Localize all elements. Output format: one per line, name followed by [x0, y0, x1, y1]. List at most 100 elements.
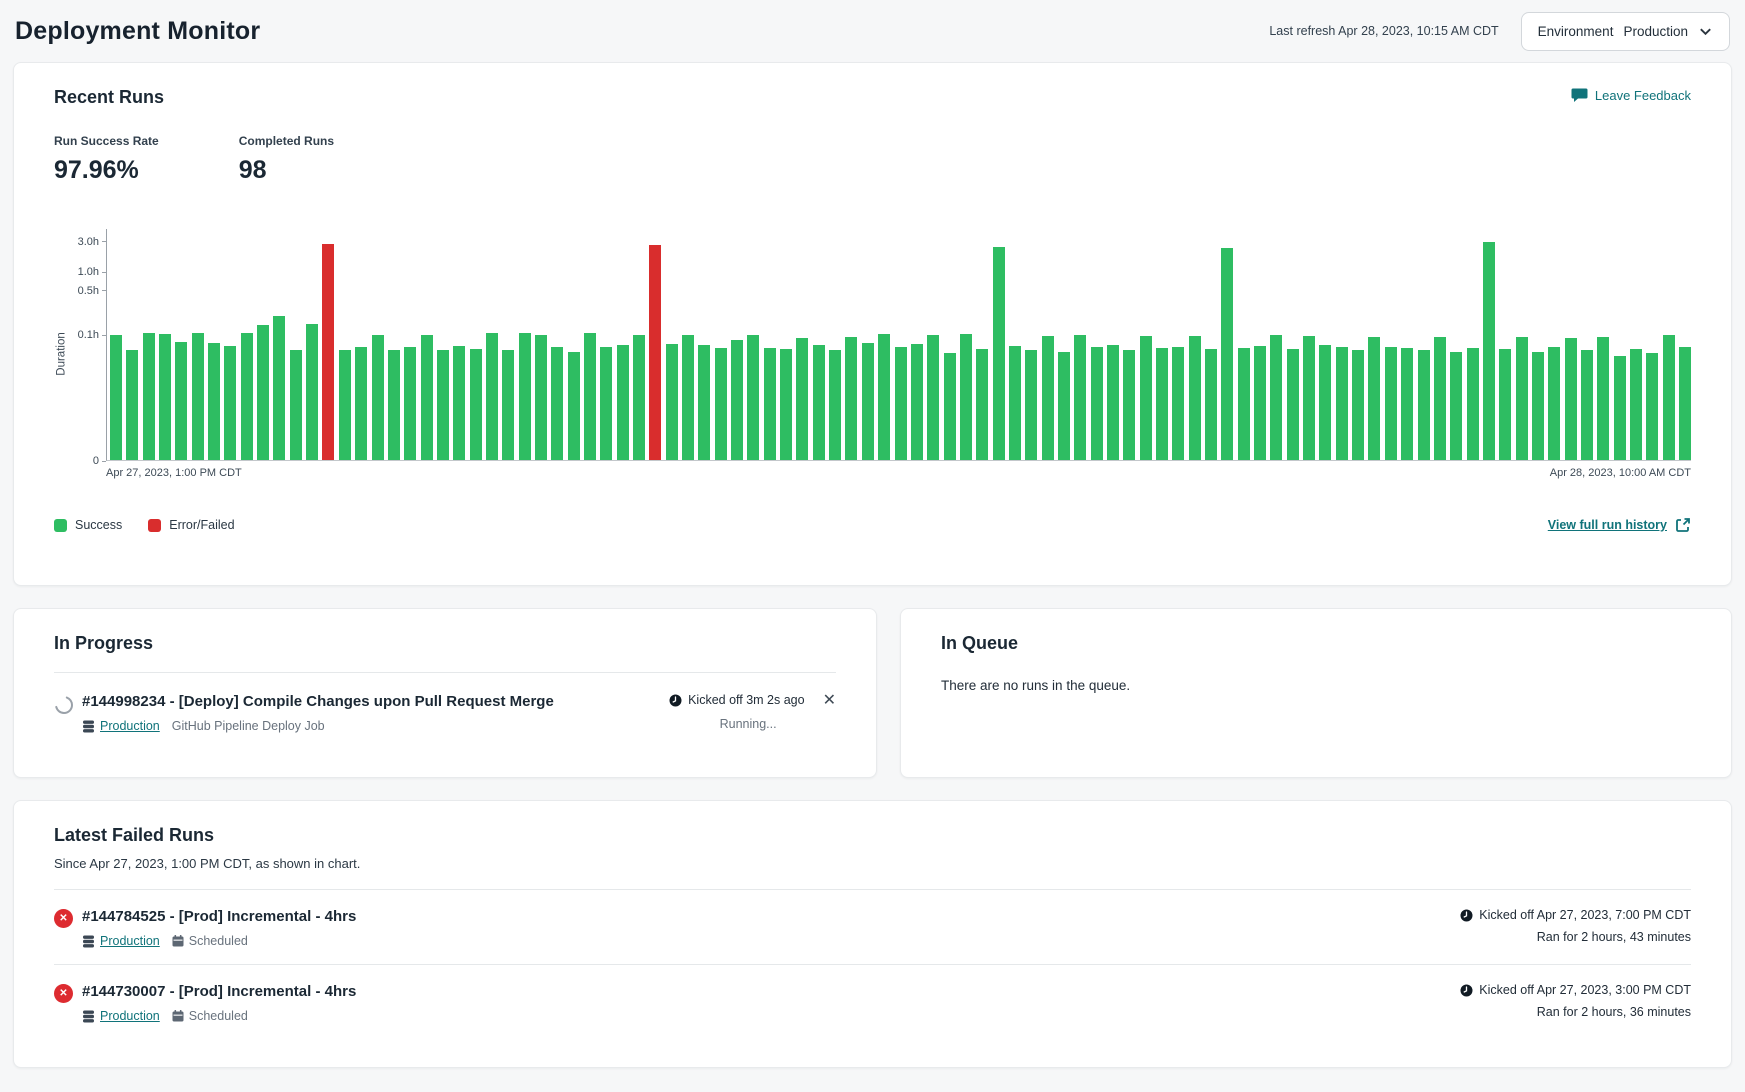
chart-bar-success[interactable]	[257, 325, 269, 460]
chart-bar-success[interactable]	[208, 343, 220, 460]
chart-bar-success[interactable]	[388, 350, 400, 460]
chart-bar-success[interactable]	[960, 334, 972, 460]
chart-bar-success[interactable]	[1548, 347, 1560, 460]
chart-bar-success[interactable]	[1303, 336, 1315, 460]
chart-bar-success[interactable]	[1205, 349, 1217, 460]
chart-bar-success[interactable]	[126, 350, 138, 460]
chart-bar-success[interactable]	[584, 333, 596, 460]
chart-bar-success[interactable]	[273, 316, 285, 460]
chart-bar-success[interactable]	[175, 342, 187, 460]
chart-bar-success[interactable]	[1630, 349, 1642, 460]
chart-bar-success[interactable]	[421, 335, 433, 460]
chart-bar-success[interactable]	[290, 350, 302, 460]
chart-bar-success[interactable]	[666, 344, 678, 460]
chart-bar-success[interactable]	[519, 333, 531, 460]
environment-link[interactable]: Production	[82, 934, 160, 948]
chart-bar-success[interactable]	[502, 350, 514, 460]
chart-bar-success[interactable]	[1091, 347, 1103, 460]
chart-bar-success[interactable]	[1663, 335, 1675, 460]
chart-bar-success[interactable]	[1385, 347, 1397, 460]
chart-bar-success[interactable]	[1516, 337, 1528, 460]
chart-bar-success[interactable]	[1597, 337, 1609, 460]
chart-bar-success[interactable]	[143, 333, 155, 460]
chart-bar-success[interactable]	[568, 352, 580, 460]
chart-bar-success[interactable]	[159, 334, 171, 460]
chart-bar-success[interactable]	[1336, 347, 1348, 460]
chart-bar-success[interactable]	[437, 350, 449, 460]
chart-bar-success[interactable]	[715, 348, 727, 460]
chart-bar-success[interactable]	[747, 335, 759, 460]
chart-bar-success[interactable]	[1058, 352, 1070, 460]
chart-bar-success[interactable]	[1352, 350, 1364, 460]
environment-link[interactable]: Production	[82, 1009, 160, 1023]
chart-bar-success[interactable]	[535, 335, 547, 460]
chart-bar-success[interactable]	[878, 334, 890, 460]
chart-bar-success[interactable]	[453, 346, 465, 460]
chart-bar-success[interactable]	[241, 333, 253, 460]
chart-bar-success[interactable]	[372, 335, 384, 460]
chart-bar-success[interactable]	[1025, 350, 1037, 460]
chart-bar-success[interactable]	[224, 346, 236, 460]
chart-bar-success[interactable]	[1614, 356, 1626, 460]
chart-bar-success[interactable]	[911, 344, 923, 460]
chart-bar-success[interactable]	[404, 347, 416, 460]
chart-bar-success[interactable]	[1287, 349, 1299, 460]
chart-bar-success[interactable]	[845, 337, 857, 460]
chart-bar-success[interactable]	[976, 349, 988, 460]
chart-bar-success[interactable]	[1679, 347, 1691, 460]
chart-bar-success[interactable]	[1467, 348, 1479, 460]
chart-bar-success[interactable]	[731, 340, 743, 460]
chart-bar-success[interactable]	[1646, 353, 1658, 460]
view-full-run-history-link[interactable]: View full run history	[1548, 517, 1691, 533]
chart-bar-success[interactable]	[895, 347, 907, 460]
chart-bar-success[interactable]	[927, 335, 939, 460]
chart-bar-success[interactable]	[551, 347, 563, 460]
chart-bar-success[interactable]	[633, 335, 645, 460]
chart-bar-success[interactable]	[1418, 350, 1430, 460]
chart-bar-success[interactable]	[617, 345, 629, 460]
chart-bar-success[interactable]	[1238, 348, 1250, 460]
chart-bar-success[interactable]	[780, 349, 792, 460]
chart-bar-success[interactable]	[1123, 350, 1135, 460]
chart-bar-success[interactable]	[698, 345, 710, 460]
chart-bar-success[interactable]	[355, 347, 367, 460]
chart-bar-success[interactable]	[306, 324, 318, 460]
chart-bar-success[interactable]	[1009, 346, 1021, 460]
chart-bar-success[interactable]	[486, 333, 498, 460]
chart-bar-success[interactable]	[813, 345, 825, 460]
chart-bar-success[interactable]	[1434, 337, 1446, 460]
chart-bar-success[interactable]	[470, 349, 482, 460]
chart-bar-success[interactable]	[682, 335, 694, 460]
chart-bar-success[interactable]	[1221, 248, 1233, 460]
chart-bar-success[interactable]	[1107, 345, 1119, 460]
chart-bar-failed[interactable]	[322, 244, 334, 460]
chart-bar-success[interactable]	[1401, 348, 1413, 460]
chart-bar-success[interactable]	[829, 350, 841, 460]
chart-bar-success[interactable]	[1450, 352, 1462, 460]
chart-bar-success[interactable]	[1565, 338, 1577, 460]
chart-bar-success[interactable]	[339, 350, 351, 460]
chart-bar-success[interactable]	[1189, 336, 1201, 460]
chart-bar-success[interactable]	[1319, 345, 1331, 460]
chart-bar-success[interactable]	[1532, 352, 1544, 460]
chart-bar-success[interactable]	[1483, 242, 1495, 460]
leave-feedback-link[interactable]: Leave Feedback	[1571, 87, 1691, 103]
chart-bar-success[interactable]	[110, 335, 122, 460]
chart-bar-success[interactable]	[1140, 336, 1152, 460]
chart-bar-success[interactable]	[862, 343, 874, 460]
chart-bar-success[interactable]	[1254, 346, 1266, 460]
chart-bar-success[interactable]	[1042, 336, 1054, 460]
chart-bar-success[interactable]	[1270, 335, 1282, 460]
chart-bar-success[interactable]	[1581, 350, 1593, 460]
chart-bar-success[interactable]	[944, 353, 956, 460]
chart-bar-success[interactable]	[192, 333, 204, 460]
chart-bar-success[interactable]	[1172, 347, 1184, 460]
chart-bar-success[interactable]	[1368, 337, 1380, 460]
chart-bar-success[interactable]	[764, 348, 776, 460]
chart-bar-success[interactable]	[600, 347, 612, 460]
chart-bar-success[interactable]	[1074, 335, 1086, 460]
chart-bar-success[interactable]	[796, 338, 808, 460]
environment-link[interactable]: Production	[82, 719, 160, 733]
chart-bar-failed[interactable]	[649, 245, 661, 460]
chart-bar-success[interactable]	[1499, 349, 1511, 460]
